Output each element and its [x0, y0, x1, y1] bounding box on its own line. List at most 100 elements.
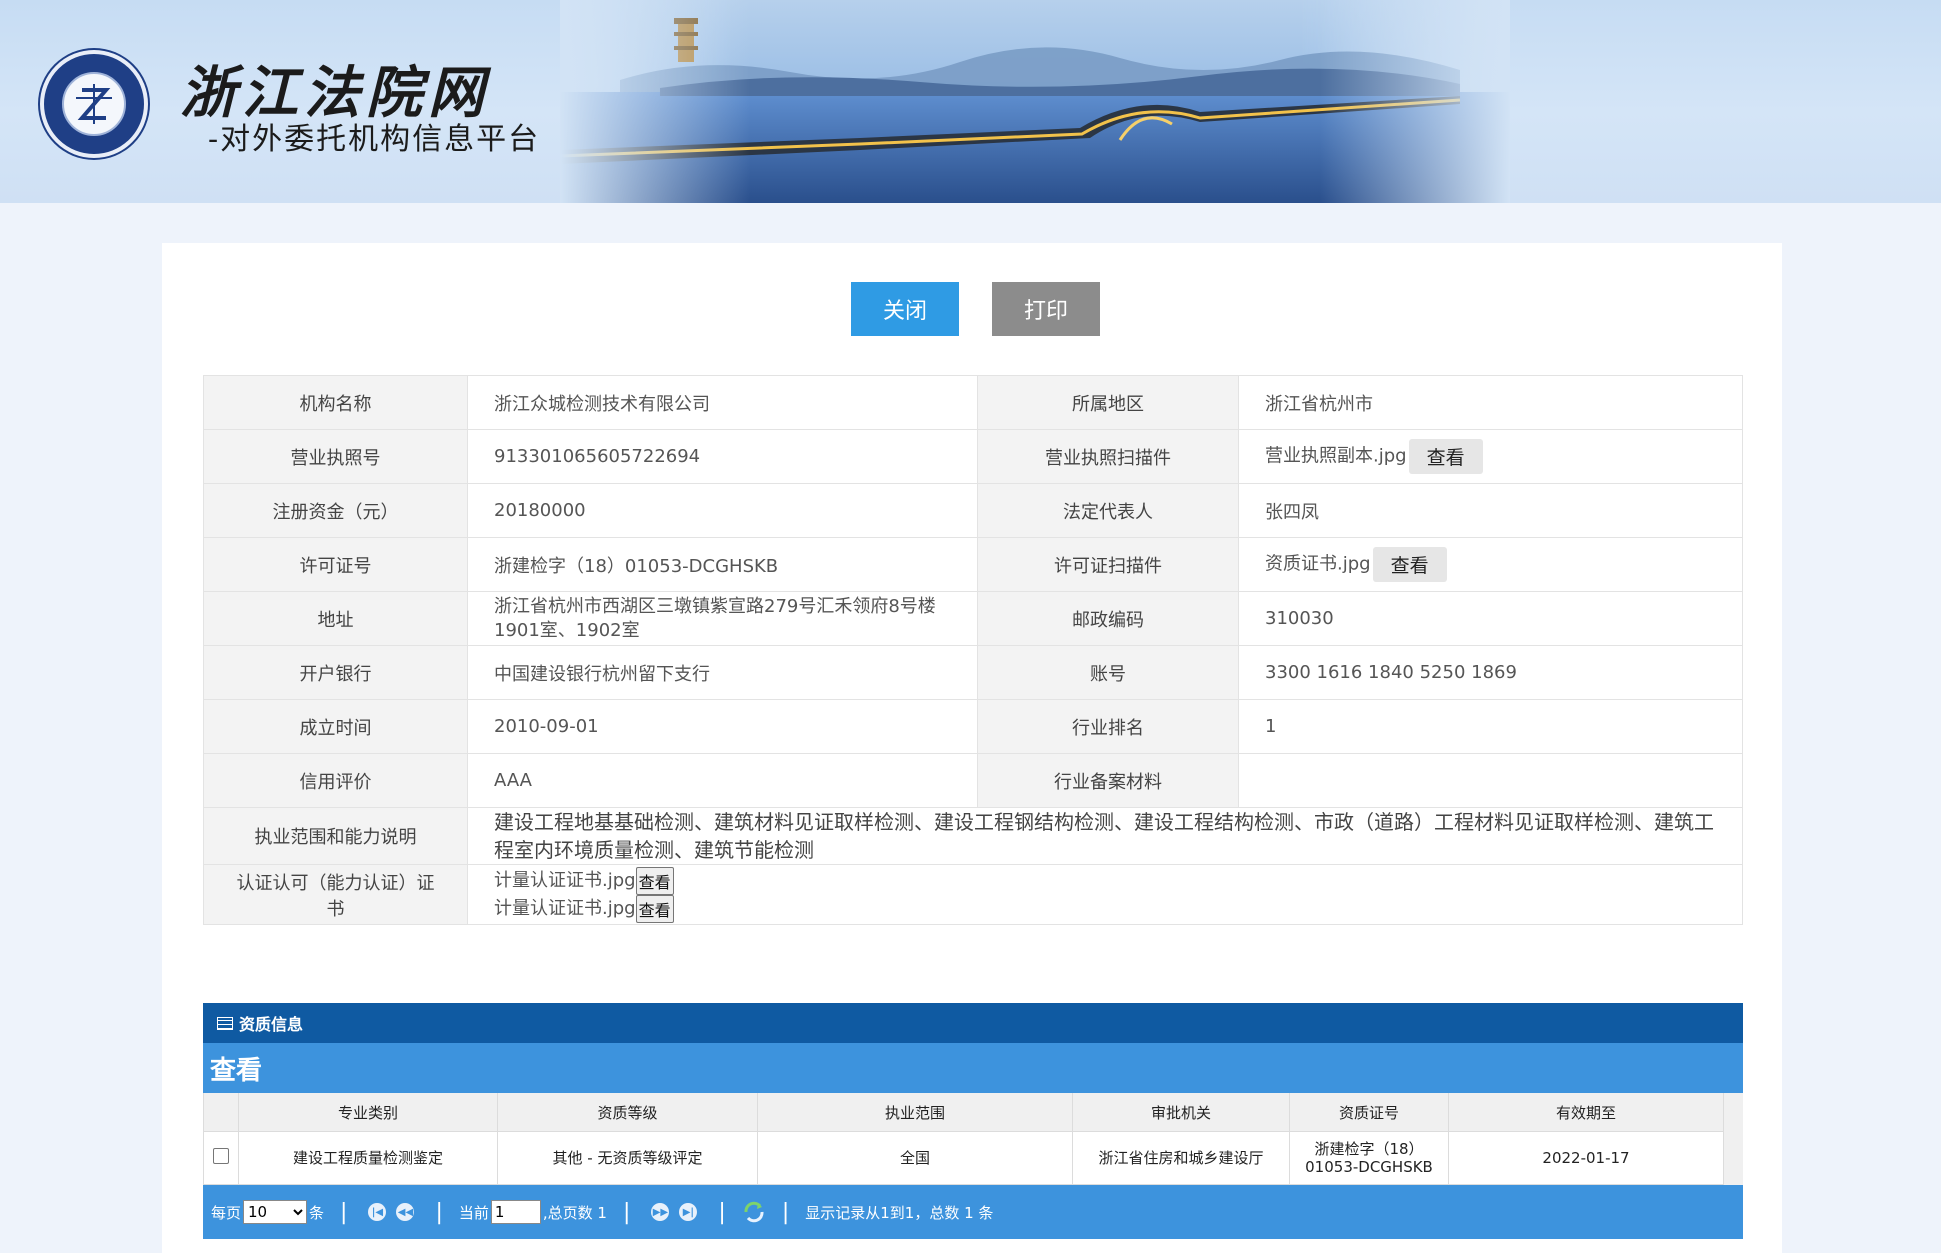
org-name-label: 机构名称 [203, 375, 468, 430]
next-page-icon[interactable]: ▶▶ [651, 1203, 670, 1221]
permit-scan-label: 许可证扫描件 [977, 537, 1239, 592]
close-button[interactable]: 关闭 [851, 282, 959, 336]
qualification-grid: 资质信息 查看 专业类别 资质等级 执业范围 审批机关 资质证号 有效期至 建设… [203, 1003, 1743, 1239]
category-cell: 建设工程质量检测鉴定 [238, 1131, 498, 1185]
cert-item: 计量认证证书.jpg 查看 [494, 894, 1716, 923]
level-cell: 其他 - 无资质等级评定 [497, 1131, 758, 1185]
info-row: 许可证号 浙建检字（18）01053-DCGHSKB 许可证扫描件 资质证书.j… [203, 537, 1743, 592]
pager-separator: | [435, 1199, 443, 1225]
legal-rep-label: 法定代表人 [977, 483, 1239, 538]
org-name-value: 浙江众城检测技术有限公司 [467, 375, 978, 430]
per-page-label: 每页 [211, 1203, 242, 1222]
cert-no-cell: 浙建检字（18） 01053-DCGHSKB [1289, 1131, 1449, 1185]
total-pages-text: ,总页数 1 [542, 1203, 607, 1222]
column-header[interactable]: 资质等级 [497, 1093, 758, 1132]
vertical-scrollbar[interactable] [1723, 1131, 1743, 1185]
select-column-header [203, 1093, 239, 1132]
print-button[interactable]: 打印 [992, 282, 1100, 336]
detail-panel: 关闭 打印 机构名称 浙江众城检测技术有限公司 所属地区 浙江省杭州市 营业执照… [162, 243, 1782, 1253]
refresh-icon[interactable] [742, 1201, 766, 1223]
current-page-label: 当前 [458, 1203, 489, 1222]
cert-list: 计量认证证书.jpg 查看 计量认证证书.jpg 查看 [467, 864, 1743, 925]
pager-separator: | [340, 1199, 348, 1225]
permit-scan-cell: 资质证书.jpg 查看 [1238, 537, 1743, 592]
filing-value [1238, 753, 1743, 808]
cert-no-line: 01053-DCGHSKB [1305, 1158, 1433, 1176]
cert-filename: 计量认证证书.jpg [494, 897, 636, 919]
court-seal-icon [40, 50, 148, 158]
view-permit-scan-button[interactable]: 查看 [1372, 547, 1447, 582]
row-select-cell [203, 1131, 239, 1185]
scope-value: 建设工程地基基础检测、建筑材料见证取样检测、建设工程钢结构检测、建设工程结构检测… [467, 807, 1743, 865]
cert-filename: 计量认证证书.jpg [494, 869, 636, 891]
per-page-unit: 条 [309, 1203, 325, 1222]
info-row: 营业执照号 913301065605722694 营业执照扫描件 营业执照副本.… [203, 429, 1743, 484]
column-header[interactable]: 资质证号 [1289, 1093, 1449, 1132]
info-row: 注册资金（元） 20180000 法定代表人 张四凤 [203, 483, 1743, 538]
founded-value: 2010-09-01 [467, 699, 978, 754]
table-row[interactable]: 建设工程质量检测鉴定 其他 - 无资质等级评定 全国 浙江省住房和城乡建设厅 浙… [203, 1131, 1743, 1185]
permit-scan-filename: 资质证书.jpg [1265, 553, 1371, 575]
per-page-select[interactable]: 10 [243, 1200, 308, 1224]
last-page-icon[interactable]: ▶| [679, 1203, 698, 1221]
founded-label: 成立时间 [203, 699, 468, 754]
cert-item: 计量认证证书.jpg 查看 [494, 866, 1716, 895]
table-header-row: 专业类别 资质等级 执业范围 审批机关 资质证号 有效期至 [203, 1093, 1743, 1132]
license-scan-cell: 营业执照副本.jpg 查看 [1238, 429, 1743, 484]
column-header[interactable]: 专业类别 [238, 1093, 498, 1132]
grid-view-title: 查看 [203, 1043, 1743, 1093]
column-header[interactable]: 审批机关 [1072, 1093, 1290, 1132]
rank-value: 1 [1238, 699, 1743, 754]
region-value: 浙江省杭州市 [1238, 375, 1743, 430]
pager-separator: | [781, 1199, 790, 1225]
prev-page-icon[interactable]: ◀◀ [396, 1203, 415, 1221]
column-header[interactable]: 有效期至 [1448, 1093, 1724, 1132]
authority-cell: 浙江省住房和城乡建设厅 [1072, 1131, 1290, 1185]
account-label: 账号 [977, 645, 1239, 700]
capital-label: 注册资金（元） [203, 483, 468, 538]
qualification-table: 专业类别 资质等级 执业范围 审批机关 资质证号 有效期至 建设工程质量检测鉴定… [203, 1093, 1743, 1185]
record-summary: 显示记录从1到1，总数 1 条 [805, 1203, 994, 1222]
view-cert-button[interactable]: 查看 [635, 894, 674, 923]
account-value: 3300 1616 1840 5250 1869 [1238, 645, 1743, 700]
legal-rep-value: 张四凤 [1238, 483, 1743, 538]
info-row: 信用评价 AAA 行业备案材料 [203, 753, 1743, 808]
valid-until-cell: 2022-01-17 [1448, 1131, 1724, 1185]
license-scan-label: 营业执照扫描件 [977, 429, 1239, 484]
scope-cell: 全国 [757, 1131, 1073, 1185]
address-value: 浙江省杭州市西湖区三墩镇紫宣路279号汇禾领府8号楼1901室、1902室 [467, 591, 978, 646]
scrollbar-header [1723, 1093, 1743, 1132]
table-icon [217, 1016, 233, 1030]
first-page-icon[interactable]: |◀ [368, 1203, 387, 1221]
bank-label: 开户银行 [203, 645, 468, 700]
organization-info-table: 机构名称 浙江众城检测技术有限公司 所属地区 浙江省杭州市 营业执照号 9133… [203, 375, 1743, 925]
info-row: 机构名称 浙江众城检测技术有限公司 所属地区 浙江省杭州市 [203, 375, 1743, 430]
capital-value: 20180000 [467, 483, 978, 538]
address-label: 地址 [203, 591, 468, 646]
grid-header-title: 资质信息 [239, 1015, 304, 1034]
cert-label: 认证认可（能力认证）证书 [203, 864, 468, 925]
bank-value: 中国建设银行杭州留下支行 [467, 645, 978, 700]
info-row: 成立时间 2010-09-01 行业排名 1 [203, 699, 1743, 754]
postcode-label: 邮政编码 [977, 591, 1239, 646]
credit-value: AAA [467, 753, 978, 808]
license-scan-filename: 营业执照副本.jpg [1265, 445, 1407, 467]
filing-label: 行业备案材料 [977, 753, 1239, 808]
pager-separator: | [718, 1199, 726, 1225]
current-page-input[interactable] [490, 1200, 541, 1224]
view-cert-button[interactable]: 查看 [635, 866, 674, 895]
grid-header: 资质信息 [203, 1003, 1743, 1043]
info-row: 地址 浙江省杭州市西湖区三墩镇紫宣路279号汇禾领府8号楼1901室、1902室… [203, 591, 1743, 646]
info-row: 执业范围和能力说明 建设工程地基基础检测、建筑材料见证取样检测、建设工程钢结构检… [203, 807, 1743, 865]
site-subtitle: -对外委托机构信息平台 [208, 122, 541, 157]
permit-no-value: 浙建检字（18）01053-DCGHSKB [467, 537, 978, 592]
pager-separator: | [622, 1199, 631, 1225]
postcode-value: 310030 [1238, 591, 1743, 646]
column-header[interactable]: 执业范围 [757, 1093, 1073, 1132]
info-row: 认证认可（能力认证）证书 计量认证证书.jpg 查看 计量认证证书.jpg 查看 [203, 864, 1743, 925]
banner-bridge-illustration [560, 0, 1510, 203]
row-checkbox[interactable] [213, 1148, 229, 1164]
region-label: 所属地区 [977, 375, 1239, 430]
site-banner: 浙江法院网 -对外委托机构信息平台 [0, 0, 1941, 203]
view-license-scan-button[interactable]: 查看 [1408, 439, 1483, 474]
